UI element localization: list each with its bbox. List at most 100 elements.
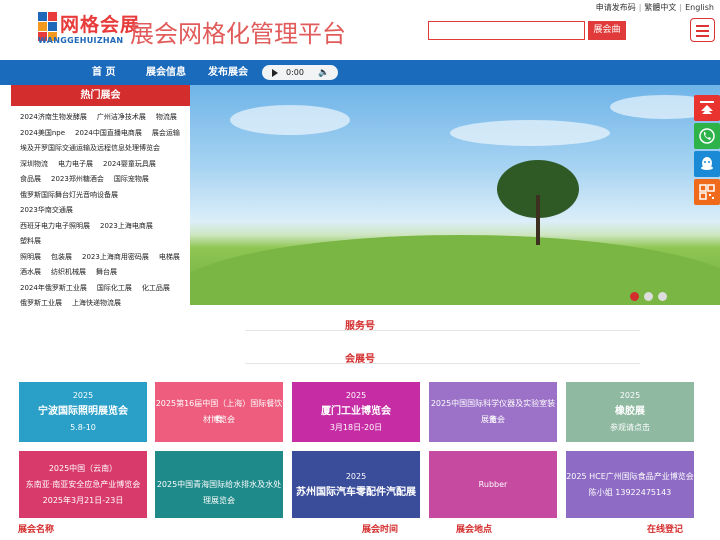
hot-expo-link[interactable]: 2024中国直播电商展 <box>75 129 142 137</box>
hot-expo-link[interactable]: 展会运输 <box>152 129 180 137</box>
expo-card-text: 2025 <box>345 471 367 481</box>
hot-expo-link[interactable]: 2024美国npe <box>20 129 65 137</box>
hot-expo-row: 俄罗斯工业展 上海快递物流展 <box>20 296 190 312</box>
divider <box>245 363 640 364</box>
carousel-dot-2[interactable] <box>644 292 653 301</box>
expo-card[interactable]: 2025中国青海国际给水排水及水处理展览会 <box>155 451 283 518</box>
column-expo-name: 展会名称 <box>18 525 55 535</box>
expo-card-text: 陈小姐 13922475143 <box>588 487 672 497</box>
column-expo-time: 展会时间 <box>362 525 399 535</box>
hot-expo-link[interactable]: 深圳物流 <box>20 160 48 168</box>
expo-card[interactable]: 2025 厦门工业博览会 3月18日-20日 <box>292 382 420 442</box>
play-icon[interactable] <box>272 68 278 77</box>
expo-card[interactable]: 2025 苏州国际汽车零配件汽配展 <box>292 451 420 518</box>
hot-expo-link[interactable]: 电力电子展 <box>58 160 93 168</box>
expo-card-text: 参观请点击 <box>610 423 650 432</box>
hot-expo-link[interactable]: 电梯展 <box>159 253 180 261</box>
hot-expo-row: 酒水展 纺织机械展 舞台展 <box>20 265 190 281</box>
hot-expo-row: 2024美国npe 2024中国直播电商展 展会运输 <box>20 126 190 142</box>
hot-expo-link[interactable]: 2024婴童玩具展 <box>103 160 156 168</box>
hot-expo-link[interactable]: 2023华南交通展 <box>20 206 73 214</box>
hot-expo-link[interactable]: 酒水展 <box>20 268 41 276</box>
hot-expo-link[interactable]: 俄罗斯工业展 <box>20 299 62 307</box>
hot-expo-row: 俄罗斯国际舞台灯光音响设备展 2023华南交通展 <box>20 188 190 219</box>
expo-card-text: 东南亚·南亚安全应急产业博览会 <box>25 479 141 489</box>
column-expo-place: 展会地点 <box>456 525 493 535</box>
audio-time: 0:00 <box>286 68 304 77</box>
expo-card-text: 5.8-10 <box>70 423 96 432</box>
hot-expo-row: 埃及开罗国际交通运输及远程信息处理博览会 <box>20 141 190 157</box>
expo-card-text: 2025中国（云南） <box>48 463 118 473</box>
expo-card-text: 2025年3月21日-23日 <box>42 495 124 505</box>
expo-card-text: 3月18日-20日 <box>329 423 383 432</box>
back-to-top-button[interactable] <box>694 95 720 121</box>
hot-expos-list: 2024济南生物发酵展 广州洁净技术展 物流展 2024美国npe 2024中国直播电商… <box>11 106 190 312</box>
hot-expo-link[interactable]: 2023上海电商展 <box>100 222 153 230</box>
hot-expo-link[interactable]: 包装展 <box>51 253 72 261</box>
hot-expo-row: 2024年俄罗斯工业展 国际化工展 化工品展 <box>20 281 190 297</box>
column-online-register[interactable]: 在线登记 <box>647 522 683 535</box>
traditional-chinese-link[interactable]: 繁體中文 <box>644 2 676 13</box>
volume-icon[interactable]: 🔈 <box>318 68 329 78</box>
hot-expo-link[interactable]: 塑料展 <box>20 237 41 245</box>
expo-card[interactable]: Rubber <box>429 451 557 518</box>
nav-expo-info[interactable]: 展会信息 <box>146 60 186 85</box>
nav-publish-expo[interactable]: 发布展会 <box>208 60 248 85</box>
hot-expo-link[interactable]: 国际化工展 <box>97 284 132 292</box>
hot-expo-link[interactable]: 上海快递物流展 <box>72 299 121 307</box>
search-button[interactable]: 展会曲 <box>588 21 626 40</box>
expo-card[interactable]: 2025中国国际科学仪器及实验室装备 展览会 <box>429 382 557 442</box>
expo-card-text: 展览会 <box>481 415 505 424</box>
logo-name: 网格会展 <box>60 14 141 36</box>
expo-card[interactable]: 2025 HCE广州国际食品产业博览会 陈小姐 13922475143 <box>566 451 694 518</box>
top-links: 申请发布码 | 繁體中文 | English <box>595 2 714 13</box>
hot-expo-link[interactable]: 俄罗斯国际舞台灯光音响设备展 <box>20 191 118 199</box>
divider <box>245 330 640 331</box>
hot-expo-link[interactable]: 广州洁净技术展 <box>97 113 146 121</box>
expo-card-text: 2025 <box>345 391 367 400</box>
hero-banner[interactable] <box>190 85 720 305</box>
hot-expo-link[interactable]: 纺织机械展 <box>51 268 86 276</box>
hamburger-menu-icon[interactable] <box>690 18 715 42</box>
hot-expo-link[interactable]: 物流展 <box>156 113 177 121</box>
carousel-dot-1[interactable] <box>630 292 639 301</box>
hot-expo-row: 食品展 2023郑州糖酒会 国际宠物展 <box>20 172 190 188</box>
carousel-dot-3[interactable] <box>658 292 667 301</box>
expo-card-text: 苏州国际汽车零配件汽配展 <box>296 486 416 498</box>
hot-expo-link[interactable]: 2023上海商用密码展 <box>82 253 149 261</box>
hot-expo-row: 深圳物流 电力电子展 2024婴童玩具展 <box>20 157 190 173</box>
nav-home[interactable]: 首 页 <box>92 60 115 85</box>
expo-card-text: 橡胶展 <box>615 406 645 417</box>
site-title: 展会网格化管理平台 <box>130 20 346 48</box>
english-link[interactable]: English <box>685 3 714 12</box>
hot-expos-panel: 热门展会 2024济南生物发酵展 广州洁净技术展 物流展 2024美国npe 2024中… <box>11 85 190 307</box>
expo-card[interactable]: 2025 橡胶展 参观请点击 <box>566 382 694 442</box>
hot-expo-row: 西班牙电力电子照明展 2023上海电商展塑料展 <box>20 219 190 250</box>
qq-icon[interactable] <box>694 151 720 177</box>
phone-icon[interactable] <box>694 123 720 149</box>
expo-card[interactable]: 2025第16届中国（上海）国际餐饮食 材博览会 <box>155 382 283 442</box>
hot-expo-link[interactable]: 2023郑州糖酒会 <box>51 175 104 183</box>
hot-expo-link[interactable]: 国际宠物展 <box>114 175 149 183</box>
hot-expo-link[interactable]: 化工品展 <box>142 284 170 292</box>
hot-expo-link[interactable]: 照明展 <box>20 253 41 261</box>
hot-expo-link[interactable]: 埃及开罗国际交通运输及远程信息处理博览会 <box>20 144 160 152</box>
expo-card-text: 2025 HCE广州国际食品产业博览会 <box>566 471 694 481</box>
expo-card-text: 2025中国青海国际给水排水及水处理展览会 <box>156 479 282 505</box>
hot-expo-link[interactable]: 西班牙电力电子照明展 <box>20 222 90 230</box>
hot-expo-link[interactable]: 2024年俄罗斯工业展 <box>20 284 87 292</box>
hot-expo-link[interactable]: 2024济南生物发酵展 <box>20 113 87 121</box>
hot-expo-link[interactable]: 食品展 <box>20 175 41 183</box>
expo-card[interactable]: 2025中国（云南） 东南亚·南亚安全应急产业博览会 2025年3月21日-23日 <box>19 451 147 518</box>
main-nav: 首 页 展会信息 发布展会 <box>0 60 720 85</box>
hot-expo-link[interactable]: 舞台展 <box>96 268 117 276</box>
hot-expo-row: 照明展 包装展 2023上海商用密码展 电梯展 <box>20 250 190 266</box>
apply-publish-link[interactable]: 申请发布码 <box>596 2 636 13</box>
expo-card-text: 2025 <box>72 391 94 400</box>
hot-expos-title: 热门展会 <box>11 85 190 106</box>
expo-card[interactable]: 2025 宁波国际照明展览会 5.8-10 <box>19 382 147 442</box>
search-input[interactable] <box>428 21 585 40</box>
qrcode-icon[interactable] <box>694 179 720 205</box>
audio-player[interactable]: 0:00 🔈 <box>262 65 338 80</box>
expo-card-text: 厦门工业博览会 <box>321 406 391 417</box>
